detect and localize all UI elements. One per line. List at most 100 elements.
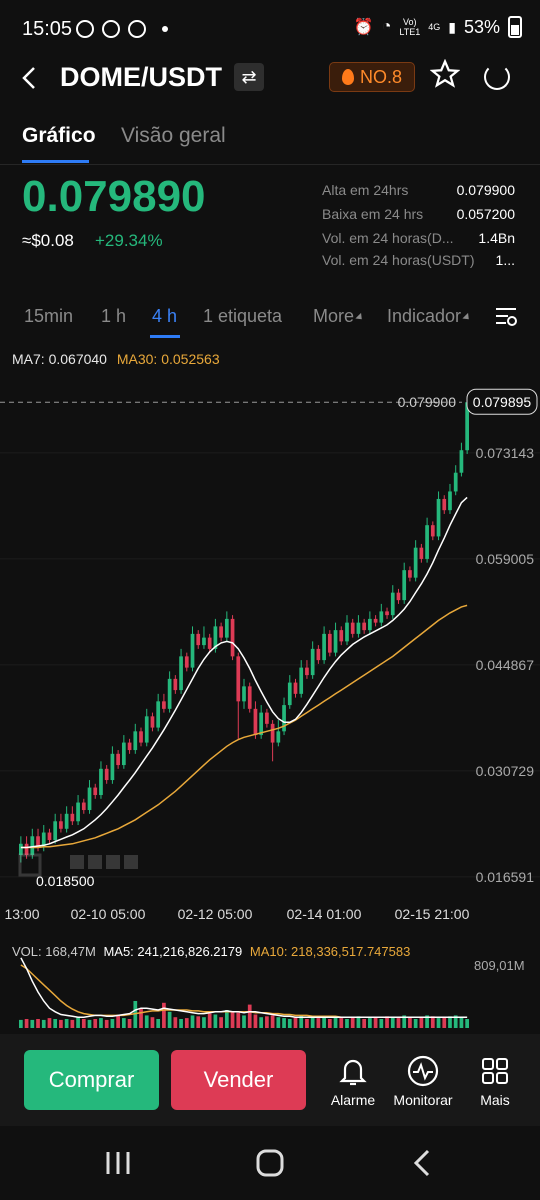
stat-value-low: 0.057200 bbox=[456, 206, 515, 222]
interval-15min[interactable]: 15min bbox=[24, 306, 73, 327]
y-tick-label: 0.016591 bbox=[476, 869, 535, 885]
pulse-icon bbox=[388, 1054, 458, 1088]
candle-body bbox=[162, 701, 166, 709]
candle-body bbox=[81, 802, 86, 811]
candle-body bbox=[305, 667, 309, 676]
volume-bar bbox=[41, 1019, 46, 1028]
volume-bar bbox=[64, 1019, 69, 1028]
volume-bar bbox=[99, 1018, 103, 1028]
candle-body bbox=[202, 637, 206, 646]
chrome-icon bbox=[128, 20, 146, 38]
candle-body bbox=[76, 802, 80, 822]
volume-bar bbox=[413, 1019, 418, 1028]
stat-label-vol-usdt: Vol. em 24 horas(USDT) bbox=[322, 252, 475, 268]
stat-value-vol-dome: 1.4Bn bbox=[478, 230, 515, 246]
price-change: +29.34% bbox=[95, 231, 163, 250]
candle-body bbox=[110, 753, 115, 781]
volume-bar bbox=[173, 1017, 178, 1028]
stat-label-low: Baixa em 24 hrs bbox=[322, 206, 424, 222]
volume-bar bbox=[259, 1017, 264, 1028]
interval-1-etiqueta[interactable]: 1 etiqueta bbox=[203, 306, 282, 327]
candle-body bbox=[350, 622, 355, 634]
alarm-label: Alarme bbox=[330, 1092, 376, 1108]
interval-1h[interactable]: 1 h bbox=[101, 306, 126, 327]
alarm-button[interactable]: Alarme bbox=[318, 1054, 388, 1108]
back-nav-icon[interactable] bbox=[410, 1148, 432, 1178]
candle-body bbox=[64, 813, 69, 829]
volume-bar bbox=[396, 1018, 401, 1028]
volume-bar bbox=[327, 1019, 332, 1028]
candle-body bbox=[196, 633, 201, 646]
pair-title[interactable]: DOME/USDT bbox=[60, 62, 222, 93]
volume-bar bbox=[305, 1019, 309, 1028]
volume-bar bbox=[213, 1014, 218, 1028]
volume-bar bbox=[179, 1019, 183, 1028]
swap-icon[interactable]: ⇄ bbox=[234, 63, 264, 91]
chart-settings-icon[interactable] bbox=[494, 306, 518, 333]
volume-bar bbox=[36, 1019, 40, 1028]
last-price: 0.079890 bbox=[22, 172, 206, 221]
candle-body bbox=[116, 753, 120, 766]
candle-body bbox=[179, 656, 183, 691]
tab-visao-geral[interactable]: Visão geral bbox=[121, 124, 226, 148]
monitor-button[interactable]: Monitorar bbox=[388, 1054, 458, 1108]
candle-body bbox=[173, 678, 178, 691]
candle-body bbox=[93, 787, 98, 796]
approx-usd: ≈$0.08 bbox=[22, 231, 74, 250]
indicator-dropdown[interactable]: Indicador bbox=[387, 306, 472, 327]
candle-body bbox=[287, 682, 292, 706]
volume-bar bbox=[459, 1017, 464, 1028]
volume-bar bbox=[322, 1016, 326, 1028]
sell-button[interactable]: Vender bbox=[171, 1050, 306, 1110]
volume-bar bbox=[448, 1016, 452, 1028]
grid-icon bbox=[460, 1054, 530, 1088]
candle-body bbox=[448, 491, 452, 511]
interval-4h[interactable]: 4 h bbox=[152, 306, 177, 327]
candle-body bbox=[219, 626, 223, 638]
candle-body bbox=[322, 633, 326, 661]
system-nav-bar bbox=[0, 1128, 540, 1200]
interval-more[interactable]: More bbox=[313, 306, 365, 327]
back-arrow-icon[interactable] bbox=[20, 62, 44, 94]
candle-body bbox=[299, 667, 304, 694]
volume-bar bbox=[230, 1011, 235, 1028]
tab-grafico[interactable]: Gráfico bbox=[22, 124, 96, 148]
candle-body bbox=[276, 731, 281, 743]
volume-bar bbox=[265, 1016, 269, 1028]
volume-bar bbox=[167, 1011, 172, 1028]
home-icon[interactable] bbox=[255, 1148, 285, 1178]
candle-body bbox=[396, 592, 401, 601]
candle-body bbox=[230, 618, 235, 657]
volume-bar bbox=[59, 1019, 63, 1028]
volume-chart[interactable] bbox=[0, 940, 540, 1032]
volume-bar bbox=[362, 1019, 367, 1028]
candle-body bbox=[425, 525, 429, 559]
rank-badge[interactable]: NO.8 bbox=[329, 62, 415, 92]
volume-bar bbox=[81, 1019, 86, 1028]
candle-body bbox=[53, 821, 58, 841]
candlestick-chart[interactable]: 0.073143 0.059005 0.044867 0.030729 0.016591… bbox=[0, 380, 540, 940]
volume-bar bbox=[19, 1019, 23, 1028]
more-button[interactable]: Mais bbox=[460, 1054, 530, 1108]
candle-body bbox=[345, 622, 349, 642]
y-tick-label: 0.044867 bbox=[476, 657, 535, 673]
buy-button[interactable]: Comprar bbox=[24, 1050, 159, 1110]
volume-bar bbox=[436, 1018, 441, 1028]
candle-body bbox=[442, 498, 447, 511]
recent-apps-icon[interactable] bbox=[104, 1150, 134, 1176]
candle-body bbox=[390, 592, 395, 616]
volume-bar bbox=[121, 1018, 126, 1028]
share-icon[interactable] bbox=[484, 64, 510, 90]
volume-bar bbox=[184, 1018, 189, 1028]
candle-body bbox=[419, 547, 424, 559]
candle-body bbox=[247, 686, 252, 709]
volume-bar bbox=[116, 1015, 120, 1028]
star-icon[interactable] bbox=[429, 58, 461, 96]
candle-body bbox=[436, 498, 441, 537]
stat-value-vol-usdt: 1... bbox=[495, 252, 515, 268]
signal-icon: ▮ bbox=[448, 18, 456, 35]
x-tick-label: 02-14 01:00 bbox=[287, 906, 362, 922]
status-bar: 15:05 ⏰ ◔ Vo) LTE1 4G ▮ 53% bbox=[0, 0, 540, 62]
volume-bar bbox=[150, 1017, 155, 1028]
candle-body bbox=[362, 622, 367, 631]
